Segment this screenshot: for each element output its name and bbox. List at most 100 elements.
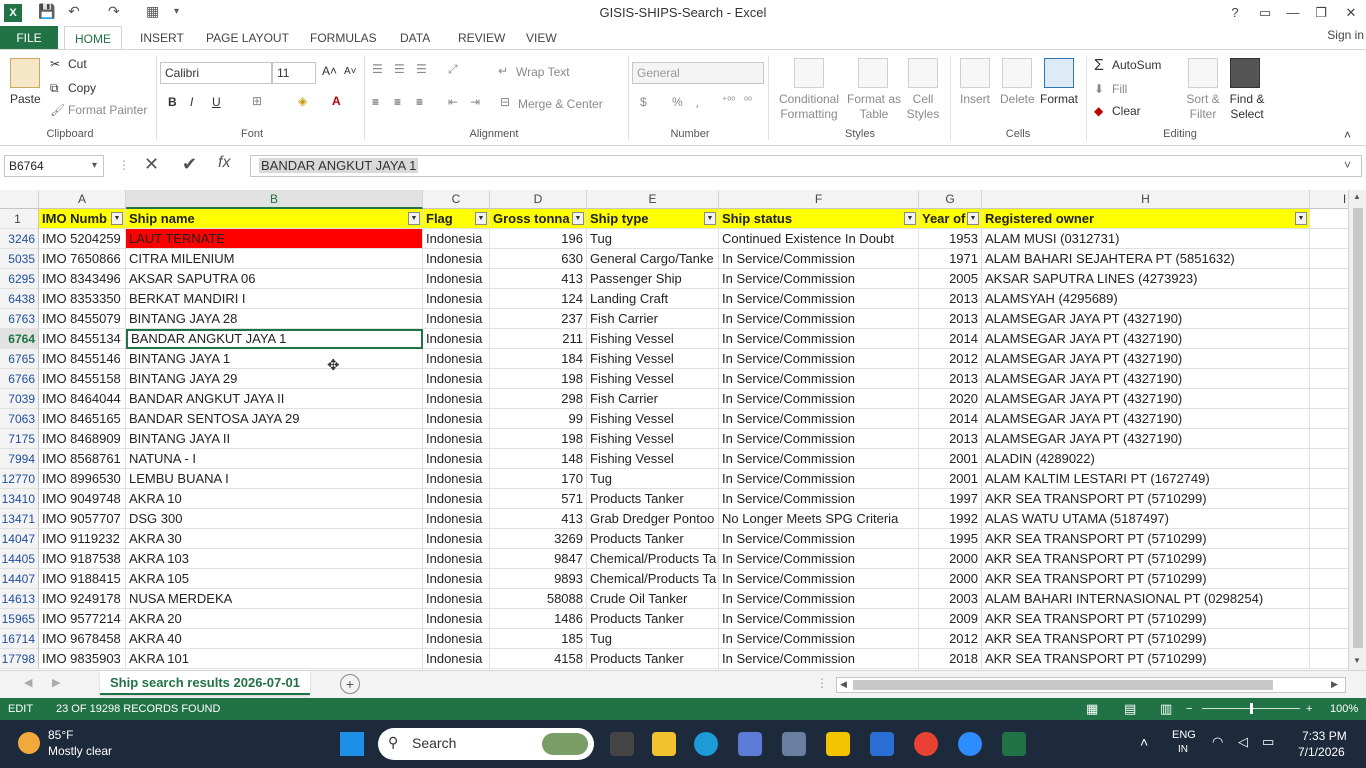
shrink-font-icon[interactable]: A˅ — [344, 66, 357, 77]
formula-input[interactable]: BANDAR ANGKUT JAYA 1 — [250, 155, 1362, 177]
empty-cell[interactable] — [1310, 429, 1348, 449]
paste-icon[interactable] — [10, 58, 40, 88]
page-break-view-icon[interactable]: ▥ — [1160, 698, 1172, 720]
wrap-text-icon[interactable]: ↵ — [498, 64, 508, 78]
cell-imo[interactable]: IMO 8455134 — [39, 329, 126, 349]
weather-desc[interactable]: Mostly clear — [48, 744, 112, 758]
cell-status[interactable]: Continued Existence In Doubt — [719, 229, 919, 249]
cell-imo[interactable]: IMO 9119232 — [39, 529, 126, 549]
empty-cell[interactable] — [1310, 589, 1348, 609]
name-box-dropdown-icon[interactable]: ▾ — [92, 160, 97, 171]
language-sub[interactable]: IN — [1178, 744, 1188, 755]
start-windows-icon[interactable] — [340, 732, 364, 756]
cell-name[interactable]: AKRA 40 — [126, 629, 423, 649]
filter-dropdown-icon[interactable]: ▼ — [111, 212, 123, 225]
cell-owner[interactable]: ALAS WATU UTAMA (5187497) — [982, 509, 1310, 529]
cell-gt[interactable]: 4158 — [490, 649, 587, 669]
cell-name[interactable]: AKRA 105 — [126, 569, 423, 589]
cell-owner[interactable]: ALAMSEGAR JAYA PT (4327190) — [982, 329, 1310, 349]
align-left-icon[interactable]: ≡ — [372, 95, 379, 109]
cell-owner[interactable]: ALAMSEGAR JAYA PT (4327190) — [982, 389, 1310, 409]
cell-styles-button[interactable]: Cell Styles — [900, 92, 946, 122]
tab-home[interactable]: HOME — [64, 26, 122, 50]
cell-status[interactable]: In Service/Commission — [719, 329, 919, 349]
tab-page-layout[interactable]: PAGE LAYOUT — [206, 26, 289, 50]
insert-cells-button[interactable]: Insert — [960, 92, 990, 106]
cell-owner[interactable]: ALAM MUSI (0312731) — [982, 229, 1310, 249]
cell-gt[interactable]: 148 — [490, 449, 587, 469]
gross-tonnage-header-cell[interactable]: Gross tonna ▼ — [490, 209, 587, 229]
row-header[interactable]: 14613 — [0, 589, 39, 609]
cell-imo[interactable]: IMO 8455146 — [39, 349, 126, 369]
edge-icon[interactable] — [694, 732, 718, 756]
find-select-icon[interactable] — [1230, 58, 1260, 88]
vertical-scrollbar[interactable]: ▲ ▼ — [1348, 190, 1366, 670]
cell-imo[interactable]: IMO 9187538 — [39, 549, 126, 569]
cell-type[interactable]: Fishing Vessel — [587, 409, 719, 429]
cell-imo[interactable]: IMO 8455158 — [39, 369, 126, 389]
cell-name[interactable]: BINTANG JAYA 28 — [126, 309, 423, 329]
scroll-left-icon[interactable]: ◀ — [840, 679, 847, 690]
vertical-scroll-thumb[interactable] — [1353, 208, 1363, 648]
cell-gt[interactable]: 124 — [490, 289, 587, 309]
row-header[interactable]: 15965 — [0, 609, 39, 629]
cell-gt[interactable]: 9847 — [490, 549, 587, 569]
cell-flag[interactable]: Indonesia — [423, 429, 490, 449]
cell-imo[interactable]: IMO 9049748 — [39, 489, 126, 509]
remote-app-icon[interactable] — [870, 732, 894, 756]
cell-name[interactable]: BINTANG JAYA 29 — [126, 369, 423, 389]
cell-flag[interactable]: Indonesia — [423, 589, 490, 609]
cell-year[interactable]: 2001 — [919, 469, 982, 489]
sort-filter-icon[interactable] — [1188, 58, 1218, 88]
increase-indent-icon[interactable]: ⇥ — [470, 95, 480, 109]
number-format-combo[interactable]: General — [632, 62, 764, 84]
column-header-i[interactable]: I — [1310, 190, 1348, 209]
cell-imo[interactable]: IMO 9577214 — [39, 609, 126, 629]
clock-time[interactable]: 7:33 PM — [1302, 729, 1347, 743]
format-as-table-icon[interactable] — [858, 58, 888, 88]
empty-cell[interactable] — [1310, 569, 1348, 589]
font-size-combo[interactable]: 11 — [272, 62, 316, 84]
tab-review[interactable]: REVIEW — [458, 26, 505, 50]
row-header[interactable]: 16714 — [0, 629, 39, 649]
weather-moon-icon[interactable] — [18, 732, 40, 754]
autosum-icon[interactable]: Σ — [1094, 57, 1104, 75]
language-indicator[interactable]: ENG — [1172, 729, 1196, 741]
cell-imo[interactable]: IMO 8996530 — [39, 469, 126, 489]
cell-gt[interactable]: 170 — [490, 469, 587, 489]
cell-year[interactable]: 2013 — [919, 289, 982, 309]
cell-owner[interactable]: ALAMSEGAR JAYA PT (4327190) — [982, 409, 1310, 429]
cell-name[interactable]: BERKAT MANDIRI I — [126, 289, 423, 309]
cell-owner[interactable]: ALADIN (4289022) — [982, 449, 1310, 469]
cell-flag[interactable]: Indonesia — [423, 329, 490, 349]
battery-icon[interactable]: ▭ — [1262, 734, 1274, 750]
page-layout-view-icon[interactable]: ▤ — [1124, 698, 1136, 720]
cell-styles-icon[interactable] — [908, 58, 938, 88]
tab-split-grip-icon[interactable]: ⋮ — [816, 676, 828, 690]
row-header[interactable]: 6295 — [0, 269, 39, 289]
cell-year[interactable]: 1995 — [919, 529, 982, 549]
cell-flag[interactable]: Indonesia — [423, 229, 490, 249]
empty-cell[interactable] — [1310, 349, 1348, 369]
cell-imo[interactable]: IMO 8455079 — [39, 309, 126, 329]
cell-name[interactable]: AKRA 20 — [126, 609, 423, 629]
font-name-combo[interactable]: Calibri — [160, 62, 272, 84]
format-cells-icon[interactable] — [1044, 58, 1074, 88]
cell-status[interactable]: In Service/Commission — [719, 269, 919, 289]
cell-status[interactable]: In Service/Commission — [719, 529, 919, 549]
bold-button[interactable]: B — [168, 95, 177, 109]
decrease-decimal-icon[interactable]: ⁰⁰ — [744, 96, 752, 107]
cell-status[interactable]: In Service/Commission — [719, 489, 919, 509]
clock-date[interactable]: 7/1/2026 — [1298, 745, 1345, 759]
row-header[interactable]: 13410 — [0, 489, 39, 509]
cell-gt[interactable]: 196 — [490, 229, 587, 249]
cell-status[interactable]: In Service/Commission — [719, 409, 919, 429]
ship-type-header-cell[interactable]: Ship type ▼ — [587, 209, 719, 229]
cell-owner[interactable]: AKR SEA TRANSPORT PT (5710299) — [982, 649, 1310, 669]
cell-name[interactable]: BANDAR ANGKUT JAYA II — [126, 389, 423, 409]
cell-flag[interactable]: Indonesia — [423, 269, 490, 289]
cell-year[interactable]: 2001 — [919, 449, 982, 469]
column-header-d[interactable]: D — [490, 190, 587, 209]
cell-name[interactable]: LAUT TERNATE — [126, 229, 423, 249]
ship-name-header-cell[interactable]: Ship name ▼ — [126, 209, 423, 229]
